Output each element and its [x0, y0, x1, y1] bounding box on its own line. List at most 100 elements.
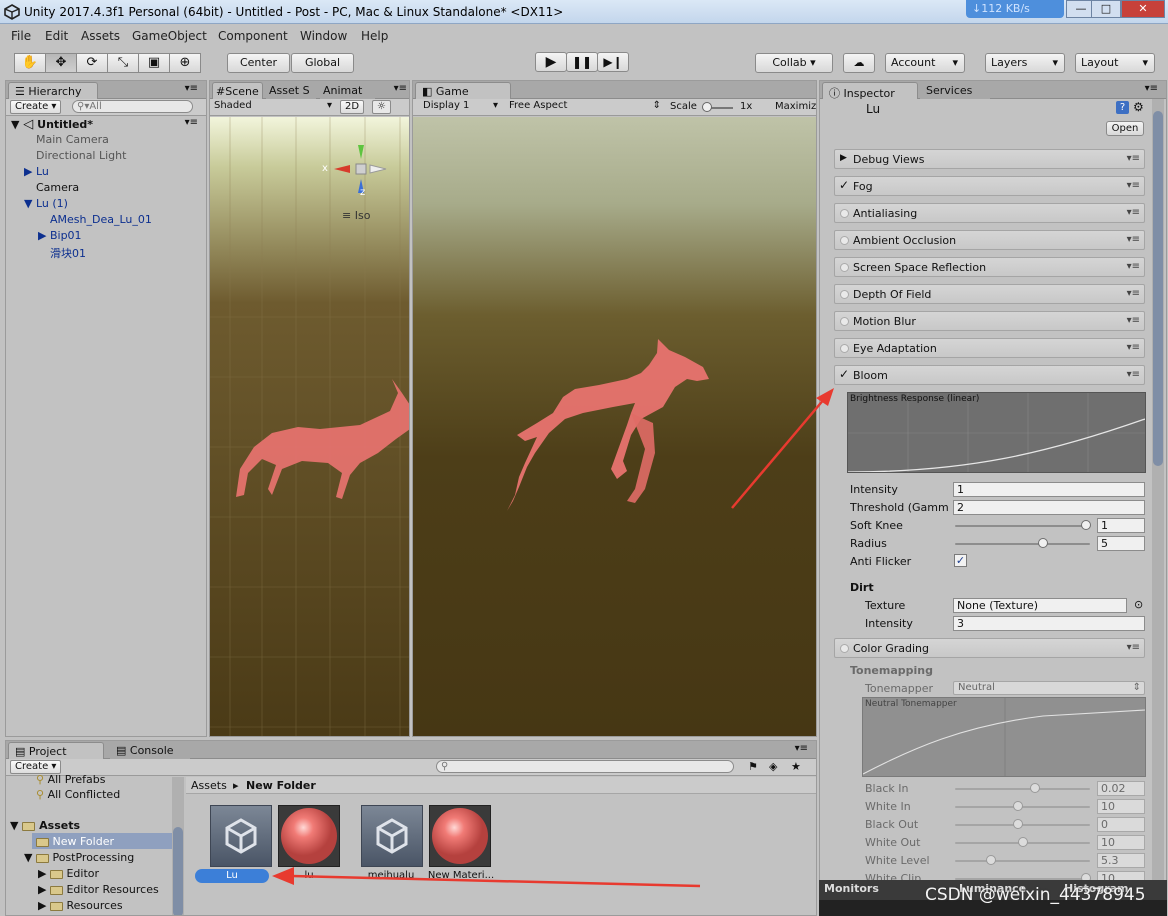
toggle-icon[interactable]	[840, 344, 849, 353]
inspector-scrollbar[interactable]	[1152, 99, 1164, 889]
menu-help[interactable]: Help	[361, 29, 388, 43]
filter-type-icon[interactable]: ⚑	[748, 760, 758, 773]
asset-label[interactable]: New Materi...	[426, 870, 496, 881]
asset-lu-prefab-thumb[interactable]	[210, 805, 272, 867]
list-item[interactable]: ▶ Bip01	[38, 229, 82, 242]
menu-edit[interactable]: Edit	[45, 29, 68, 43]
pivot-global-button[interactable]: Global	[291, 53, 354, 73]
menu-component[interactable]: Component	[218, 29, 288, 43]
effect-ssr[interactable]: Screen Space Reflection ▾≡	[834, 257, 1145, 277]
list-item[interactable]: ▶ Editor Resources	[38, 883, 159, 896]
tab-animator[interactable]: Animat	[320, 82, 375, 99]
radius-field[interactable]: 5	[1097, 536, 1145, 551]
help-icon[interactable]: ?	[1116, 101, 1129, 114]
expand-arrow-icon[interactable]: ▶	[840, 153, 847, 163]
menu-file[interactable]: File	[11, 29, 31, 43]
collab-button[interactable]: Collab ▾	[755, 53, 833, 73]
tree-scrollbar[interactable]	[172, 777, 184, 915]
intensity-field[interactable]: 1	[953, 482, 1145, 497]
effect-menu-icon[interactable]: ▾≡	[1127, 369, 1140, 380]
pause-button[interactable]: ❚❚	[566, 52, 598, 72]
layers-dropdown[interactable]: Layers ▾	[985, 53, 1065, 73]
maximize-on-play-toggle[interactable]: Maximiz	[775, 101, 816, 112]
soft-knee-field[interactable]: 1	[1097, 518, 1145, 533]
mode-2d-button[interactable]: 2D	[340, 100, 365, 114]
expand-arrow-icon[interactable]: ▶	[24, 165, 32, 178]
project-create-button[interactable]: Create ▾	[10, 760, 62, 774]
layout-dropdown[interactable]: Layout ▾	[1075, 53, 1155, 73]
tab-game[interactable]: ◧ Game	[415, 82, 511, 99]
list-item[interactable]: ⚲ All Conflicted	[36, 788, 120, 801]
maximize-button[interactable]: □	[1091, 0, 1121, 18]
effect-bloom[interactable]: ✓ Bloom ▾≡	[834, 365, 1145, 385]
toggle-icon[interactable]	[840, 236, 849, 245]
hand-tool-icon[interactable]: ✋	[14, 53, 46, 73]
param-value-field[interactable]: 10	[1097, 835, 1145, 850]
breadcrumb-new-folder[interactable]: New Folder	[246, 779, 316, 792]
threshold-field[interactable]: 2	[953, 500, 1145, 515]
effect-menu-icon[interactable]: ▾≡	[1127, 288, 1140, 299]
step-button[interactable]: ▶❙	[597, 52, 629, 72]
close-button[interactable]: ✕	[1121, 0, 1165, 18]
effect-menu-icon[interactable]: ▾≡	[1127, 315, 1140, 326]
panel-menu-icon[interactable]: ▾≡	[185, 83, 198, 94]
param-slider-knob[interactable]	[1013, 801, 1023, 811]
panel-menu-icon[interactable]: ▾≡	[394, 83, 407, 94]
pivot-center-button[interactable]: Center	[227, 53, 290, 73]
favorite-star-icon[interactable]: ★	[791, 760, 801, 773]
shading-mode-dropdown[interactable]: Shaded ▾	[214, 100, 334, 111]
dirt-intensity-field[interactable]: 3	[953, 616, 1145, 631]
param-slider-knob[interactable]	[1013, 819, 1023, 829]
param-slider[interactable]	[955, 788, 1090, 790]
param-slider-knob[interactable]	[1030, 783, 1040, 793]
list-item[interactable]: ⚲ All Prefabs	[36, 773, 106, 786]
object-picker-icon[interactable]: ⊙	[1134, 598, 1143, 611]
game-viewport[interactable]	[413, 117, 816, 736]
expand-arrow-icon[interactable]: ▼	[24, 197, 32, 210]
expand-arrow-icon[interactable]: ▶	[38, 229, 46, 242]
soft-knee-slider-knob[interactable]	[1081, 520, 1091, 530]
effect-menu-icon[interactable]: ▾≡	[1127, 261, 1140, 272]
radius-slider[interactable]	[955, 543, 1090, 545]
lighting-toggle-icon[interactable]: ☼	[372, 100, 391, 114]
panel-menu-icon[interactable]: ▾≡	[795, 743, 808, 754]
toggle-icon[interactable]	[840, 290, 849, 299]
scale-tool-icon[interactable]: ⤡	[107, 53, 139, 73]
effect-menu-icon[interactable]: ▾≡	[1127, 642, 1140, 653]
effect-depth-of-field[interactable]: Depth Of Field ▾≡	[834, 284, 1145, 304]
list-item[interactable]: Main Camera	[36, 133, 109, 146]
soft-knee-slider[interactable]	[955, 525, 1090, 527]
list-item[interactable]: ▼ Assets	[10, 819, 80, 832]
open-button[interactable]: Open	[1106, 121, 1144, 136]
list-item[interactable]: ▼ PostProcessing	[24, 851, 134, 864]
inspector-scrollbar-thumb[interactable]	[1153, 111, 1163, 466]
asset-label[interactable]: lu	[276, 870, 342, 881]
asset-lu-material-thumb[interactable]	[278, 805, 340, 867]
hierarchy-create-button[interactable]: Create ▾	[10, 100, 62, 114]
move-tool-icon[interactable]: ✥	[45, 53, 77, 73]
list-item[interactable]: ▶ Editor	[38, 867, 99, 880]
iso-label[interactable]: ≡ Iso	[342, 209, 370, 222]
list-item[interactable]: ▶ Lu	[24, 165, 49, 178]
list-item[interactable]: ▶ Resources	[38, 899, 123, 912]
effect-color-grading[interactable]: Color Grading ▾≡	[834, 638, 1145, 658]
aspect-dropdown[interactable]: Free Aspect ⇕	[509, 100, 661, 111]
effect-ambient-occlusion[interactable]: Ambient Occlusion ▾≡	[834, 230, 1145, 250]
scene-gizmo-icon[interactable]: x z	[322, 139, 390, 199]
effect-menu-icon[interactable]: ▾≡	[1127, 207, 1140, 218]
param-value-field[interactable]: 0	[1097, 817, 1145, 832]
asset-lu-label[interactable]: Lu	[195, 869, 269, 883]
enabled-check-icon[interactable]: ✓	[839, 178, 849, 192]
effect-eye-adaptation[interactable]: Eye Adaptation ▾≡	[834, 338, 1145, 358]
radius-slider-knob[interactable]	[1038, 538, 1048, 548]
list-item[interactable]: Camera	[36, 181, 79, 194]
list-item[interactable]: Directional Light	[36, 149, 126, 162]
texture-field[interactable]: None (Texture)	[953, 598, 1127, 613]
tab-project[interactable]: ▤ Project	[8, 742, 104, 759]
tree-scrollbar-thumb[interactable]	[173, 827, 183, 915]
anti-flicker-checkbox[interactable]: ✓	[954, 554, 967, 567]
effect-fog[interactable]: ✓ Fog ▾≡	[834, 176, 1145, 196]
param-value-field[interactable]: 5.3	[1097, 853, 1145, 868]
asset-meihualu-thumb[interactable]	[361, 805, 423, 867]
effect-motion-blur[interactable]: Motion Blur ▾≡	[834, 311, 1145, 331]
